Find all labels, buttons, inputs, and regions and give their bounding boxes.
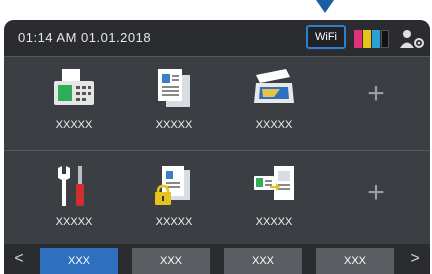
ink-level-button[interactable] [354,30,389,48]
add-shortcut-button[interactable]: + [356,178,396,208]
tile-label: XXXXX [255,216,293,228]
scanner-icon [254,69,294,103]
tile-label: XXXXX [255,119,293,131]
tile-label: XXXXX [55,119,93,131]
row-divider [4,150,430,151]
ink-magenta-icon [354,30,362,48]
tab-4[interactable]: XXX [316,248,394,274]
copy-shortcut[interactable]: XXXXX [128,57,220,147]
tab-3[interactable]: XXX [224,248,302,274]
status-bar: 01:14 AM 01.01.2018 WiFi [4,20,430,57]
previous-page-button[interactable]: < [6,244,32,274]
tile-label: XXXXX [155,119,193,131]
tab-bar: < XXX XXX XXX XXX > [4,244,430,274]
shortcut-grid: XXXXX XXXXX XXXXX + XXXXX XXXXX XXXXX + [4,57,430,244]
id-copy-shortcut[interactable]: XXXXX [228,154,320,244]
tile-label: XXXXX [155,216,193,228]
ink-black-icon [381,30,389,48]
scan-shortcut[interactable]: XXXXX [228,57,320,147]
copy-document-icon [158,69,190,107]
tools-shortcut[interactable]: XXXXX [28,154,120,244]
pointer-indicator-icon [316,0,334,13]
tab-2[interactable]: XXX [132,248,210,274]
date-time-display: 01:14 AM 01.01.2018 [18,30,152,45]
wifi-button[interactable]: WiFi [306,25,346,49]
account-settings-button[interactable] [399,28,425,50]
touchscreen-panel: 01:14 AM 01.01.2018 WiFi XXXXX XXXXX XXX… [4,20,430,274]
fax-shortcut[interactable]: XXXXX [28,57,120,147]
tile-label: XXXXX [55,216,93,228]
add-shortcut-button[interactable]: + [356,79,396,109]
tab-1[interactable]: XXX [40,248,118,274]
ink-yellow-icon [363,30,371,48]
next-page-button[interactable]: > [402,244,428,274]
fax-icon [54,69,94,105]
secure-print-icon [155,166,190,205]
id-card-copy-icon [254,166,294,200]
tools-icon [58,166,84,206]
ink-cyan-icon [372,30,380,48]
user-settings-icon [400,30,424,48]
secure-print-shortcut[interactable]: XXXXX [128,154,220,244]
